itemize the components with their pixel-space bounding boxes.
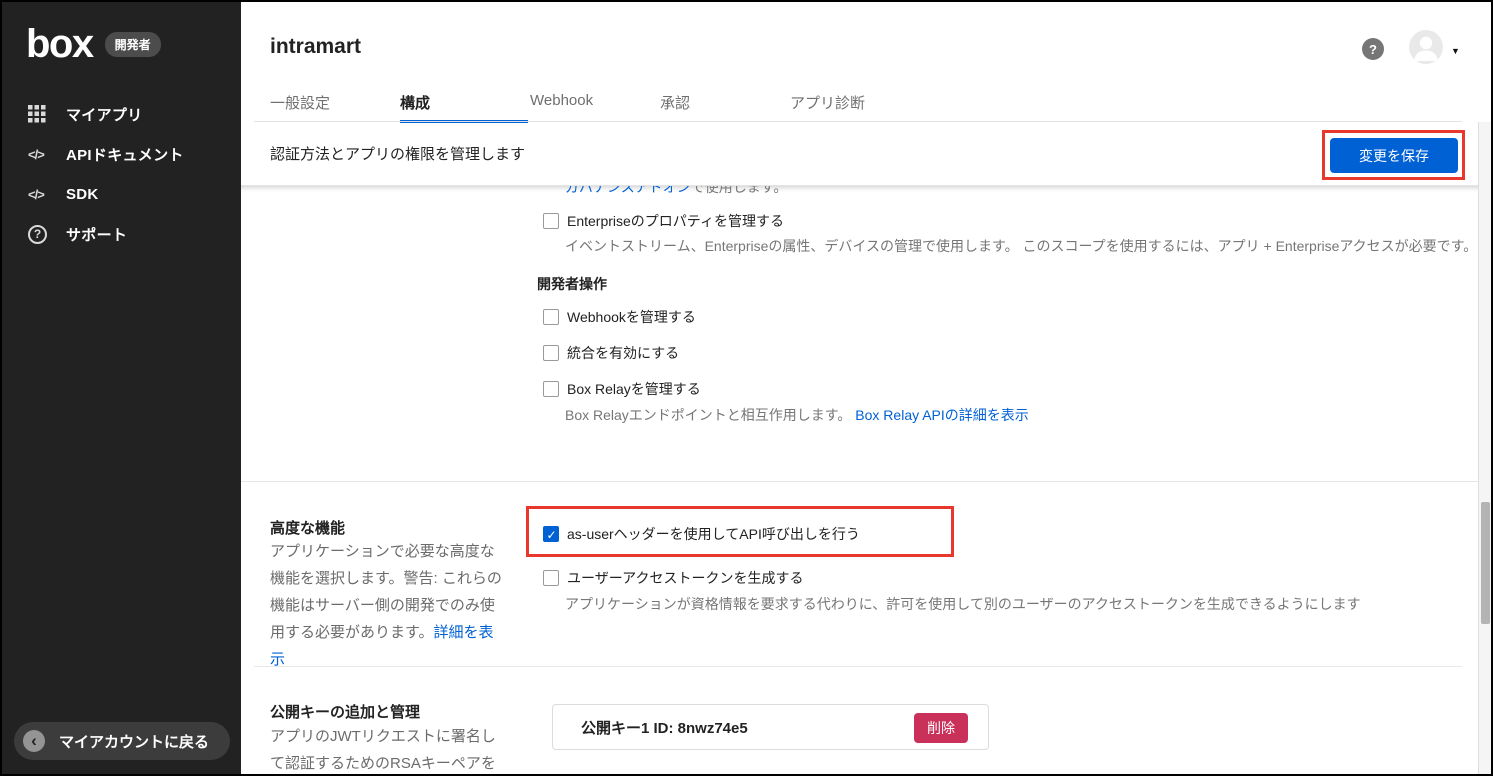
help-icon[interactable]: ?: [1362, 38, 1384, 60]
back-to-account-label: マイアカウントに戻る: [59, 733, 210, 751]
page-title: intramart: [270, 35, 362, 58]
sidebar-item-sdk[interactable]: </> SDK: [2, 174, 241, 214]
avatar[interactable]: [1409, 30, 1443, 64]
box-relay-desc: Box Relayエンドポイントと相互作用します。 Box Relay APIの…: [565, 407, 1029, 423]
help-circle-icon: ?: [28, 224, 54, 244]
manage-box-relay-row: Box Relayを管理する: [543, 379, 701, 399]
sidebar-item-label: マイアプリ: [66, 106, 143, 124]
checkbox-label: Enterpriseのプロパティを管理する: [567, 213, 784, 229]
sidebar-item-api-docs[interactable]: </> APIドキュメント: [2, 134, 241, 174]
save-changes-button[interactable]: 変更を保存: [1330, 138, 1458, 173]
enterprise-properties-desc: イベントストリーム、Enterpriseの属性、デバイスの管理で使用します。 こ…: [565, 238, 1478, 254]
developer-actions-heading: 開発者操作: [537, 276, 607, 292]
as-user-row: as-userヘッダーを使用してAPI呼び出しを行う: [543, 524, 860, 544]
sidebar: box 開発者 マイアプリ </> APIドキュメント </> SDK ? サポ…: [2, 2, 241, 774]
logo-row: box 開発者: [2, 2, 241, 64]
sidebar-item-support[interactable]: ? サポート: [2, 214, 241, 254]
public-key-label: 公開キー1 ID: 8nwz74e5: [581, 719, 748, 737]
scrollbar-thumb[interactable]: [1481, 502, 1490, 624]
code-icon: </>: [28, 146, 45, 162]
checkbox[interactable]: [543, 570, 559, 586]
user-access-token-desc: アプリケーションが資格情報を要求する代わりに、許可を使用して別のユーザーのアクセ…: [565, 596, 1361, 612]
section-divider: [254, 666, 1462, 667]
clipped-scope-line: ガバナンスアドオンで使用します。: [565, 186, 787, 197]
public-key-row: 公開キー1 ID: 8nwz74e5 削除: [552, 704, 989, 750]
checkbox[interactable]: [543, 213, 559, 229]
tab-bar: 一般設定 構成 Webhook 承認 アプリ診断: [270, 92, 920, 123]
developer-badge: 開発者: [104, 31, 161, 57]
checkbox-label: as-userヘッダーを使用してAPI呼び出しを行う: [567, 526, 860, 542]
back-to-account-button[interactable]: ‹ マイアカウントに戻る: [14, 722, 230, 760]
tab-approval[interactable]: 承認: [660, 92, 790, 122]
box-relay-api-link[interactable]: Box Relay APIの詳細を表示: [855, 407, 1029, 423]
enterprise-properties-row: Enterpriseのプロパティを管理する: [543, 211, 784, 231]
user-access-token-row: ユーザーアクセストークンを生成する: [543, 568, 803, 588]
governance-addon-link[interactable]: ガバナンスアドオン: [565, 186, 691, 195]
sidebar-item-my-apps[interactable]: マイアプリ: [2, 94, 241, 134]
scrollbar-track[interactable]: [1478, 122, 1491, 774]
manage-webhooks-row: Webhookを管理する: [543, 307, 696, 327]
checkbox-label: ユーザーアクセストークンを生成する: [567, 570, 804, 586]
scopes-scroll-panel[interactable]: ガバナンスアドオンで使用します。 Enterpriseのプロパティを管理する イ…: [241, 185, 1478, 482]
tab-configuration[interactable]: 構成: [400, 92, 530, 123]
grid-icon: [28, 105, 54, 123]
public-key-title: 公開キーの追加と管理: [270, 704, 421, 721]
tab-webhook[interactable]: Webhook: [530, 92, 660, 122]
checkbox[interactable]: [543, 309, 559, 325]
sidebar-item-label: APIドキュメント: [66, 146, 184, 164]
code-icon: </>: [28, 186, 45, 202]
checkbox[interactable]: [543, 381, 559, 397]
checkbox[interactable]: [543, 526, 559, 543]
advanced-features-desc: アプリケーションで必要な高度な機能を選択します。警告: これらの機能はサーバー側…: [270, 543, 502, 668]
sidebar-nav: マイアプリ </> APIドキュメント </> SDK ? サポート: [2, 94, 241, 254]
main-content: intramart ? ▼ 一般設定 構成 Webhook 承認 アプリ診断 認…: [241, 2, 1491, 774]
advanced-features-title: 高度な機能: [270, 520, 346, 537]
sidebar-item-label: SDK: [66, 185, 99, 203]
tab-general-settings[interactable]: 一般設定: [270, 92, 400, 122]
checkbox[interactable]: [543, 345, 559, 361]
tabs-divider: [254, 121, 1462, 122]
box-logo: box: [26, 22, 94, 66]
checkbox-label: Webhookを管理する: [567, 309, 696, 325]
enable-integrations-row: 統合を有効にする: [543, 343, 679, 363]
checkbox-label: 統合を有効にする: [567, 345, 680, 361]
section-subtitle: 認証方法とアプリの権限を管理します: [270, 146, 526, 163]
tab-app-diagnostics[interactable]: アプリ診断: [790, 92, 920, 122]
sidebar-item-label: サポート: [66, 226, 128, 244]
checkbox-label: Box Relayを管理する: [567, 381, 701, 397]
delete-key-button[interactable]: 削除: [914, 713, 968, 743]
public-key-desc: アプリのJWTリクエストに署名して認証するためのRSAキーペアを生成するか、独自…: [270, 728, 496, 772]
box-dev-console: box 開発者 マイアプリ </> APIドキュメント </> SDK ? サポ…: [0, 0, 1493, 776]
chevron-left-icon: ‹: [23, 730, 45, 752]
chevron-down-icon[interactable]: ▼: [1451, 46, 1460, 56]
